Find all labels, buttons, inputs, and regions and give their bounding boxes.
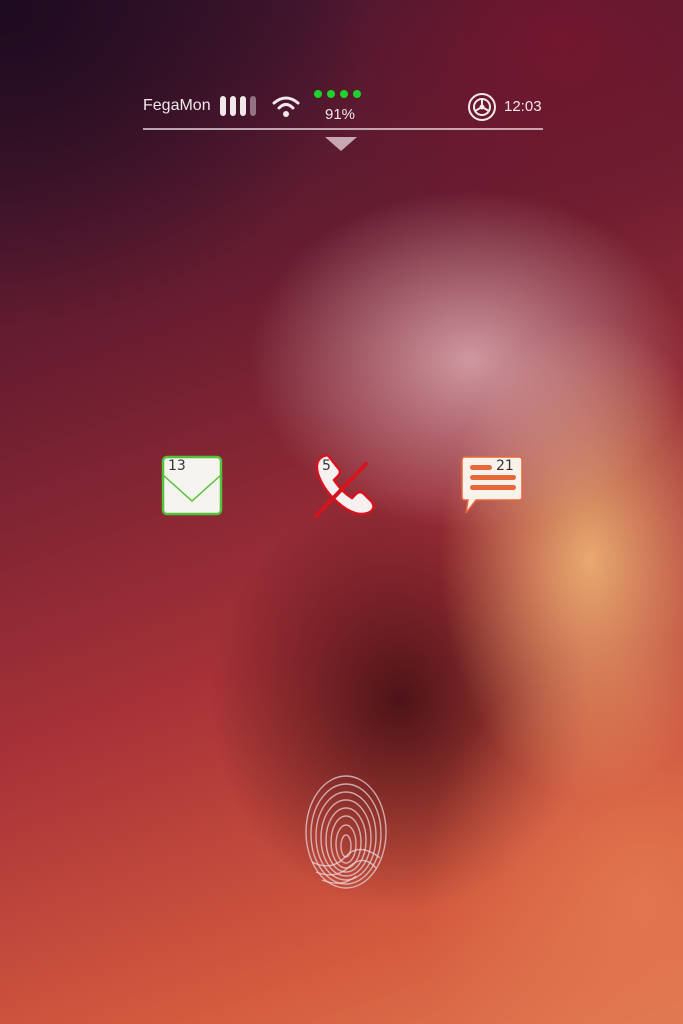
- battery-dot: [340, 90, 348, 98]
- missed-calls-count: 5: [322, 458, 331, 474]
- battery-level-icon: [314, 90, 361, 98]
- signal-bar: [240, 96, 246, 116]
- pull-down-arrow-icon[interactable]: [325, 137, 357, 151]
- status-divider: [143, 128, 543, 130]
- settings-icon[interactable]: [467, 92, 497, 122]
- signal-bar: [220, 96, 226, 116]
- battery-percent: 91%: [325, 106, 356, 123]
- chat-bubble-icon: [461, 456, 523, 514]
- battery-dot: [314, 90, 322, 98]
- clock: 12:03: [504, 98, 542, 115]
- messages-notification[interactable]: 21: [460, 455, 524, 517]
- messages-count: 21: [496, 458, 514, 474]
- signal-strength-icon: [220, 96, 256, 116]
- carrier-name: FegaMon: [143, 97, 211, 114]
- mail-notification[interactable]: 13: [160, 455, 224, 517]
- mail-count: 13: [168, 458, 186, 474]
- status-bar: FegaMon 91% 12:03: [143, 88, 543, 128]
- wifi-icon: [272, 96, 300, 117]
- fingerprint-icon[interactable]: [302, 772, 390, 890]
- battery-dot: [327, 90, 335, 98]
- missed-calls-notification[interactable]: 5: [312, 452, 378, 520]
- battery-dot: [353, 90, 361, 98]
- signal-bar: [230, 96, 236, 116]
- signal-bar: [250, 96, 256, 116]
